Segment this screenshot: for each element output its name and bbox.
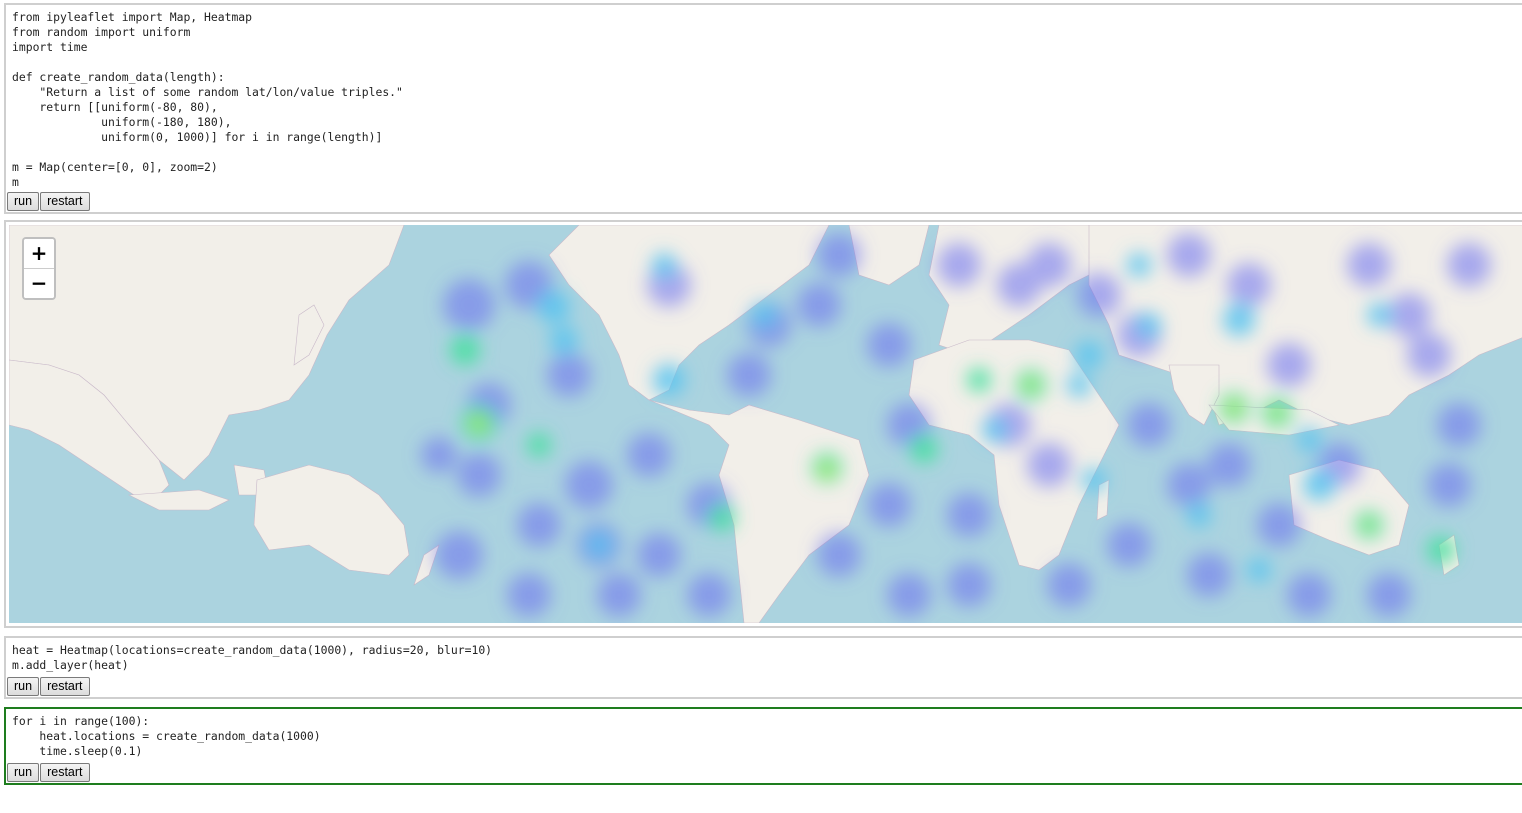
land-layer <box>9 225 1522 623</box>
run-button[interactable]: run <box>7 192 40 211</box>
cell-2-toolbar: run restart <box>7 677 91 696</box>
code-cell-2[interactable]: heat = Heatmap(locations=create_random_d… <box>4 636 1522 699</box>
leaflet-map[interactable]: + − <box>9 225 1522 623</box>
run-button[interactable]: run <box>7 763 40 782</box>
zoom-in-button[interactable]: + <box>24 239 54 268</box>
restart-button[interactable]: restart <box>40 677 90 696</box>
restart-button[interactable]: restart <box>40 192 90 211</box>
cell-3-toolbar: run restart <box>7 763 91 782</box>
map-output: + − <box>4 220 1522 628</box>
run-button[interactable]: run <box>7 677 40 696</box>
restart-button[interactable]: restart <box>40 763 90 782</box>
code-cell-3[interactable]: for i in range(100): heat.locations = cr… <box>4 707 1522 785</box>
zoom-out-button[interactable]: − <box>24 268 54 298</box>
code-editor-1[interactable]: from ipyleaflet import Map, Heatmap from… <box>6 5 1522 190</box>
zoom-control: + − <box>22 237 56 300</box>
code-cell-1[interactable]: from ipyleaflet import Map, Heatmap from… <box>4 3 1522 214</box>
map-tiles <box>9 225 1522 623</box>
cell-1-toolbar: run restart <box>7 192 91 211</box>
code-editor-3[interactable]: for i in range(100): heat.locations = cr… <box>6 709 1522 759</box>
code-editor-2[interactable]: heat = Heatmap(locations=create_random_d… <box>6 638 1522 673</box>
